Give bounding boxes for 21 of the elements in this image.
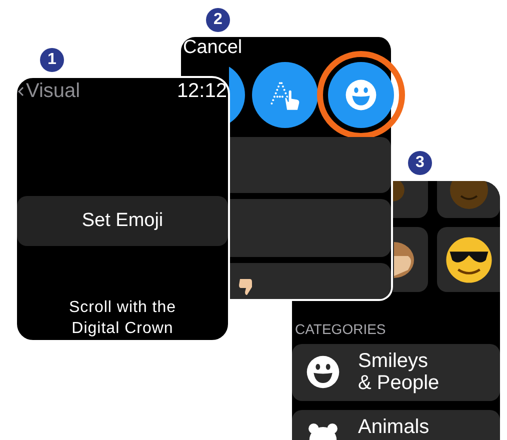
back-link[interactable]: Visual: [18, 81, 80, 101]
cancel-link[interactable]: Cancel: [183, 38, 242, 57]
step-number-badge: 2: [206, 8, 230, 32]
section-label: CATEGORIES: [295, 322, 387, 336]
hint-text: Scroll with the Digital Crown: [68, 298, 178, 339]
step-number-badge: 3: [408, 151, 432, 175]
smiley-icon: [306, 355, 340, 389]
category-item[interactable]: Animals: [292, 410, 500, 440]
category-label: Smileys & People: [358, 350, 440, 394]
category-label: Animals: [358, 416, 430, 438]
emoji-tile[interactable]: [393, 227, 428, 292]
category-item[interactable]: Smileys & People: [292, 344, 500, 401]
step-number-badge: 1: [40, 48, 64, 72]
sunglasses-face-icon: [445, 236, 493, 284]
list-row[interactable]: [230, 263, 391, 299]
input-mode-button[interactable]: [328, 62, 394, 128]
set-emoji-button[interactable]: Set Emoji: [17, 196, 228, 246]
time-label: 12:12: [176, 81, 227, 101]
back-chevron-icon: [18, 86, 24, 96]
smiley-icon: [345, 79, 377, 111]
emoji-tile[interactable]: [437, 227, 500, 292]
